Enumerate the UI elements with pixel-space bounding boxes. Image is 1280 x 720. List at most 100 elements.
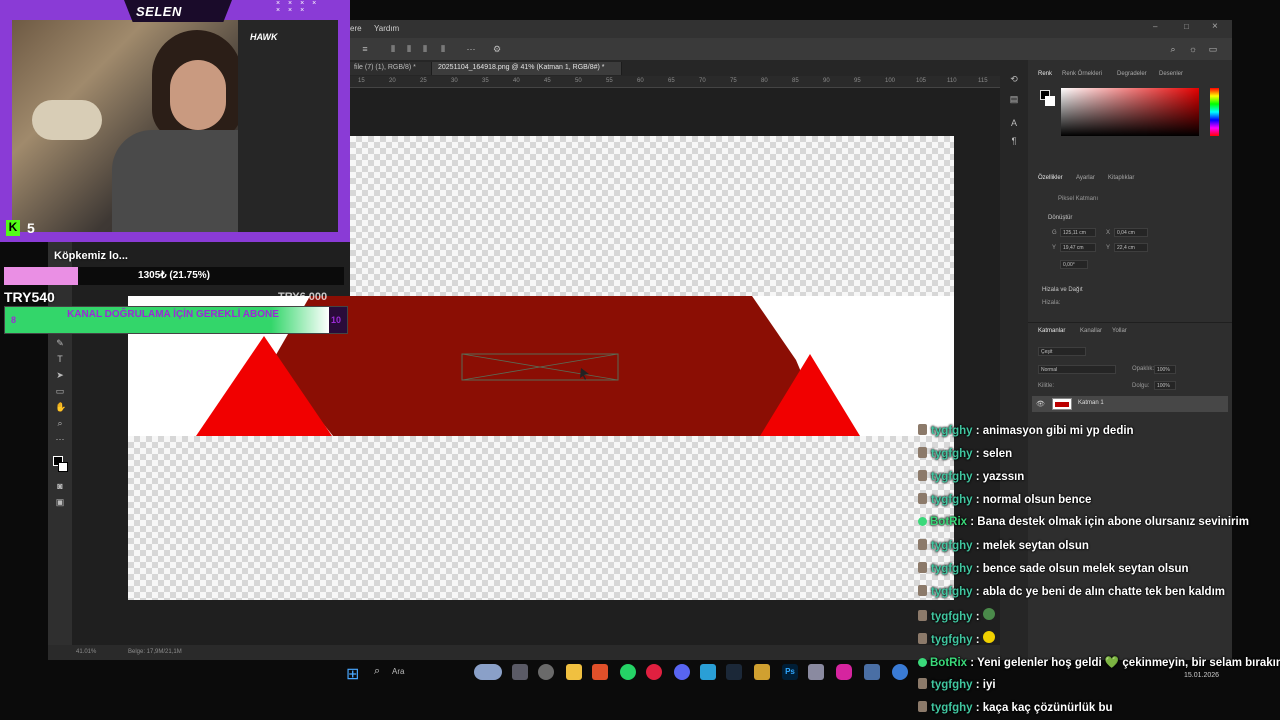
minimize-icon[interactable]: – <box>1153 22 1157 31</box>
chat-message: tygfghy : <box>918 631 995 646</box>
rectangle-tool-icon[interactable]: ▭ <box>55 386 65 396</box>
instagram-icon[interactable] <box>836 664 852 680</box>
history-icon[interactable]: ⟲ <box>1009 74 1019 84</box>
chat-text: melek seytan olsun <box>982 540 1089 552</box>
path-select-icon[interactable]: ➤ <box>55 370 65 380</box>
chatgpt-icon[interactable] <box>538 664 554 680</box>
brave-icon[interactable] <box>592 664 608 680</box>
workspace-icon[interactable]: ▭ <box>1208 44 1218 54</box>
user-badge-icon <box>918 610 927 621</box>
tab-libraries[interactable]: Kitaplıklar <box>1108 175 1134 181</box>
chat-username[interactable]: tygfghy <box>931 611 973 623</box>
kick-icon: K <box>6 220 20 236</box>
hue-slider[interactable] <box>1210 88 1219 136</box>
chat-username[interactable]: tygfghy <box>931 425 973 437</box>
tab-properties[interactable]: Özellikler <box>1038 175 1063 181</box>
widgets-icon[interactable] <box>474 664 502 680</box>
chat-username[interactable]: tygfghy <box>931 634 973 646</box>
chat-username[interactable]: tygfghy <box>931 702 973 714</box>
comments-icon[interactable]: ▤ <box>1009 94 1019 104</box>
chat-username[interactable]: tygfghy <box>931 494 973 506</box>
tab-swatches[interactable]: Renk Örnekleri <box>1062 71 1102 77</box>
menu-item-help[interactable]: Yardım <box>374 24 399 33</box>
chat-username[interactable]: tygfghy <box>931 471 973 483</box>
search-icon[interactable]: ⌕ <box>1168 44 1178 54</box>
align-center-icon[interactable]: ⫴ <box>404 44 414 54</box>
chat-username[interactable]: tygfghy <box>931 448 973 460</box>
angle-field[interactable]: 0,00° <box>1060 260 1088 269</box>
doc-size: Belge: 17,9M/21,1M <box>128 649 182 655</box>
app-icon-red[interactable] <box>646 664 662 680</box>
ruler-mark: 105 <box>916 78 927 84</box>
tab-layers[interactable]: Katmanlar <box>1038 328 1065 334</box>
chat-username[interactable]: tygfghy <box>931 540 973 552</box>
lightbulb-icon[interactable]: ☼ <box>1188 44 1198 54</box>
headset-brand: HAWK <box>250 32 278 42</box>
x-field[interactable]: 0,04 cm <box>1114 228 1148 237</box>
app-icon-gray[interactable] <box>808 664 824 680</box>
width-field[interactable]: 125,11 cm <box>1060 228 1096 237</box>
tab-patterns[interactable]: Desenler <box>1159 71 1183 77</box>
more-icon[interactable]: ⋯ <box>466 44 476 54</box>
ruler-mark: 100 <box>885 78 896 84</box>
layer-name[interactable]: Katman 1 <box>1078 400 1104 406</box>
close-icon[interactable]: × <box>1212 21 1218 32</box>
app-icon-gold[interactable] <box>754 664 770 680</box>
tab-adjustments[interactable]: Ayarlar <box>1076 175 1095 181</box>
align-left-icon[interactable]: ≡ <box>360 44 370 54</box>
steam-icon[interactable] <box>726 664 742 680</box>
bg-swatch[interactable] <box>1045 96 1055 106</box>
task-view-icon[interactable] <box>512 664 528 680</box>
chat-username[interactable]: tygfghy <box>931 586 973 598</box>
screen-mode-icon[interactable]: ▣ <box>55 497 65 507</box>
windows-start-icon[interactable]: ⊞ <box>346 664 359 684</box>
tab-channels[interactable]: Kanallar <box>1080 328 1102 334</box>
quick-mask-icon[interactable]: ◙ <box>55 481 65 491</box>
gear-icon[interactable]: ⚙ <box>492 44 502 54</box>
background-color[interactable] <box>58 462 68 472</box>
align-right-icon[interactable]: ⫴ <box>420 44 430 54</box>
whatsapp-icon[interactable] <box>620 664 636 680</box>
tab-file-7[interactable]: file (7) (1), RGB/8) * <box>348 62 432 75</box>
pixel-layer-label: Piksel Katmanı <box>1058 196 1099 202</box>
color-picker-field[interactable] <box>1061 88 1199 136</box>
blend-mode-select[interactable]: Normal <box>1038 365 1116 374</box>
paragraph-icon[interactable]: ¶ <box>1009 136 1019 146</box>
align-icon[interactable]: ⫴ <box>388 44 398 54</box>
ruler-mark: 70 <box>699 78 706 84</box>
zoom-level[interactable]: 41.01% <box>76 649 96 655</box>
layer-row[interactable]: 👁 Katman 1 <box>1032 396 1228 412</box>
pen-tool-icon[interactable]: ✎ <box>55 338 65 348</box>
zoom-tool-icon[interactable]: ⌕ <box>55 418 65 428</box>
tab-gradients[interactable]: Degradeler <box>1117 71 1147 77</box>
height-field[interactable]: 19,47 cm <box>1060 243 1096 252</box>
y-field[interactable]: 22,4 cm <box>1114 243 1148 252</box>
tab-paths[interactable]: Yollar <box>1112 328 1127 334</box>
maximize-icon[interactable]: □ <box>1184 22 1189 31</box>
chat-username[interactable]: tygfghy <box>931 563 973 575</box>
distribute-icon[interactable]: ⫴ <box>438 44 448 54</box>
tab-active-document[interactable]: 20251104_164918.png @ 41% (Katman 1, RGB… <box>432 62 622 75</box>
type-tool-icon[interactable]: T <box>55 354 65 364</box>
fill-field[interactable]: 100% <box>1154 381 1176 390</box>
more-tools-icon[interactable]: ⋯ <box>55 434 65 444</box>
tab-color[interactable]: Renk <box>1038 71 1052 77</box>
calculator-icon[interactable] <box>700 664 716 680</box>
character-icon[interactable]: A <box>1009 118 1019 128</box>
photoshop-icon[interactable]: Ps <box>782 664 798 680</box>
discord-icon[interactable] <box>674 664 690 680</box>
chat-text: Yeni gelenler hoş geldi 💚 çekinmeyin, bi… <box>977 657 1280 669</box>
layer-filter-select[interactable]: Çeşit <box>1038 347 1086 356</box>
taskbar-search[interactable]: Ara <box>392 667 404 676</box>
search-icon[interactable]: ⌕ <box>374 665 380 678</box>
chat-text: selen <box>982 448 1013 460</box>
opacity-field[interactable]: 100% <box>1154 365 1176 374</box>
tab-label: file (7) (1), RGB/8) * <box>354 64 416 71</box>
user-badge-icon <box>918 424 927 435</box>
chat-username[interactable]: BotRix <box>930 516 967 528</box>
app-icon-blue[interactable] <box>864 664 880 680</box>
file-explorer-icon[interactable] <box>566 664 582 680</box>
eye-icon[interactable]: 👁 <box>1036 400 1045 408</box>
hand-tool-icon[interactable]: ✋ <box>55 402 66 412</box>
app-icon-globe[interactable] <box>892 664 908 680</box>
